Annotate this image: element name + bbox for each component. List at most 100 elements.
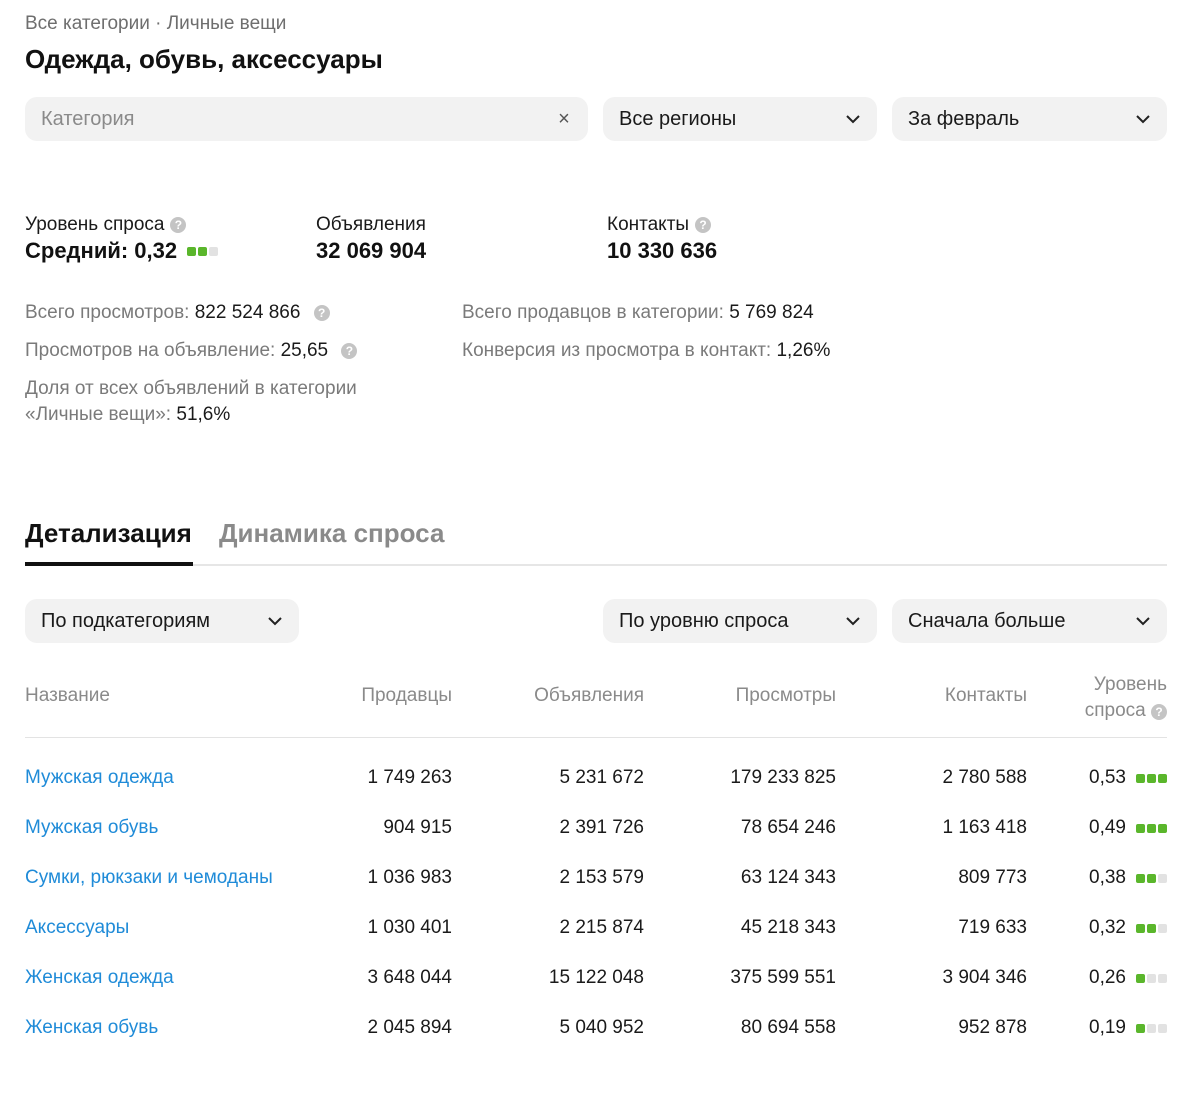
help-icon[interactable]: ? — [170, 217, 187, 233]
kpi-demand-label: Уровень спроса — [25, 214, 165, 235]
demand-value: 0,26 — [1089, 967, 1126, 988]
demand-value: 0,49 — [1089, 817, 1126, 838]
kpi-demand: Уровень спроса ? Средний: 0,32 — [25, 214, 219, 264]
demand-cell: 0,26 — [1089, 964, 1167, 992]
demand-dot — [1136, 873, 1145, 883]
stat-value: 25,65 — [280, 340, 329, 361]
period-select[interactable]: За февраль — [892, 97, 1167, 141]
ads-cell: 2 153 579 — [559, 867, 644, 888]
ads-cell: 5 040 952 — [559, 1017, 644, 1038]
table-row: Женская обувь 2 045 894 5 040 952 80 694… — [25, 1014, 1167, 1064]
demand-cell: 0,32 — [1089, 914, 1167, 942]
table-header: Название Продавцы Объявления Просмотры К… — [25, 672, 1167, 738]
ads-cell: 15 122 048 — [548, 967, 644, 988]
demand-dot — [209, 246, 219, 256]
contacts-cell: 952 878 — [958, 1017, 1027, 1038]
demand-dot — [1158, 1023, 1167, 1033]
region-select[interactable]: Все регионы — [603, 97, 877, 141]
demand-value: 0,32 — [1089, 917, 1126, 938]
sort-by-select[interactable]: По уровню спроса — [603, 599, 877, 643]
contacts-cell: 2 780 588 — [942, 767, 1027, 788]
chevron-down-icon — [846, 115, 860, 124]
sort-order-select-value: Сначала больше — [908, 609, 1066, 632]
sort-order-select[interactable]: Сначала больше — [892, 599, 1167, 643]
subcategory-link[interactable]: Женская обувь — [25, 1014, 158, 1042]
ads-cell: 5 231 672 — [559, 767, 644, 788]
breadcrumb[interactable]: Все категории · Личные вещи — [25, 13, 286, 35]
views-cell: 375 599 551 — [730, 967, 836, 988]
sellers-cell: 3 648 044 — [367, 967, 452, 988]
demand-value: 0,53 — [1089, 767, 1126, 788]
column-header-contacts[interactable]: Контакты — [945, 685, 1027, 707]
kpi-ads-label: Объявления — [316, 214, 426, 235]
subcategory-link[interactable]: Мужская одежда — [25, 764, 174, 792]
stat-label: Всего продавцов в категории: — [462, 302, 724, 323]
clear-icon[interactable]: × — [556, 108, 572, 131]
sellers-cell: 904 915 — [383, 817, 452, 838]
contacts-cell: 719 633 — [958, 917, 1027, 938]
views-cell: 63 124 343 — [740, 867, 836, 888]
column-header-views[interactable]: Просмотры — [736, 685, 836, 707]
stat-label: Доля от всех объявлений в категории — [25, 378, 357, 399]
category-filter-input[interactable]: Категория × — [25, 97, 588, 141]
kpi-ads: Объявления 32 069 904 — [316, 214, 426, 264]
subcategory-table: Название Продавцы Объявления Просмотры К… — [25, 672, 1167, 1064]
help-icon[interactable]: ? — [695, 217, 712, 233]
demand-level-indicator — [1136, 873, 1167, 883]
stat-value: 1,26% — [776, 340, 831, 361]
demand-cell: 0,49 — [1089, 814, 1167, 842]
stat-label: «Личные вещи»: — [25, 404, 172, 425]
tab-demand-dynamics[interactable]: Динамика спроса — [219, 518, 444, 549]
grouping-select[interactable]: По подкатегориям — [25, 599, 299, 643]
table-row: Сумки, рюкзаки и чемоданы 1 036 983 2 15… — [25, 864, 1167, 914]
ads-cell: 2 391 726 — [559, 817, 644, 838]
column-header-name[interactable]: Название — [25, 685, 110, 707]
demand-value: 0,19 — [1089, 1017, 1126, 1038]
kpi-contacts: Контакты ? 10 330 636 — [607, 214, 717, 264]
subcategory-link[interactable]: Сумки, рюкзаки и чемоданы — [25, 864, 273, 892]
subcategory-link[interactable]: Аксессуары — [25, 914, 129, 942]
stat-value: 822 524 866 — [194, 302, 301, 323]
demand-level-indicator — [1136, 773, 1167, 783]
demand-dot — [1158, 973, 1167, 983]
period-select-value: За февраль — [908, 107, 1020, 130]
tabs: Детализация Динамика спроса — [25, 518, 1167, 566]
demand-dot — [1158, 823, 1167, 833]
stat-value: 5 769 824 — [729, 302, 814, 323]
ads-cell: 2 215 874 — [559, 917, 644, 938]
help-icon[interactable]: ? — [1151, 704, 1167, 720]
column-header-demand-line2: спроса — [1084, 700, 1146, 721]
help-icon[interactable]: ? — [313, 305, 330, 321]
kpi-contacts-value: 10 330 636 — [607, 238, 718, 263]
subcategory-link[interactable]: Женская одежда — [25, 964, 174, 992]
tab-detail[interactable]: Детализация — [25, 518, 192, 549]
stat-conversion: Конверсия из просмотра в контакт: 1,26% — [462, 338, 830, 364]
region-select-value: Все регионы — [619, 107, 737, 130]
stat-label: Просмотров на объявление: — [25, 340, 276, 361]
table-row: Женская одежда 3 648 044 15 122 048 375 … — [25, 964, 1167, 1014]
kpi-contacts-label: Контакты — [607, 214, 690, 235]
chevron-down-icon — [846, 617, 860, 626]
demand-dot — [1147, 1023, 1156, 1033]
help-icon[interactable]: ? — [341, 343, 358, 359]
demand-dot — [1147, 823, 1156, 833]
demand-dot — [1147, 923, 1156, 933]
column-header-demand-line1: Уровень — [1093, 674, 1167, 695]
sellers-cell: 1 030 401 — [367, 917, 452, 938]
chevron-down-icon — [268, 617, 282, 626]
demand-dot — [1147, 773, 1156, 783]
column-header-demand[interactable]: Уровень спроса ? — [1085, 672, 1167, 724]
column-header-sellers[interactable]: Продавцы — [361, 685, 452, 707]
sellers-cell: 1 036 983 — [367, 867, 452, 888]
demand-dot — [187, 246, 197, 256]
table-row: Аксессуары 1 030 401 2 215 874 45 218 34… — [25, 914, 1167, 964]
demand-level-indicator — [1136, 973, 1167, 983]
stat-label: Конверсия из просмотра в контакт: — [462, 340, 772, 361]
column-header-ads[interactable]: Объявления — [534, 685, 644, 707]
active-tab-indicator — [25, 562, 193, 566]
demand-cell: 0,19 — [1089, 1014, 1167, 1042]
demand-dot — [1136, 773, 1145, 783]
contacts-cell: 3 904 346 — [942, 967, 1027, 988]
views-cell: 80 694 558 — [740, 1017, 836, 1038]
subcategory-link[interactable]: Мужская обувь — [25, 814, 158, 842]
